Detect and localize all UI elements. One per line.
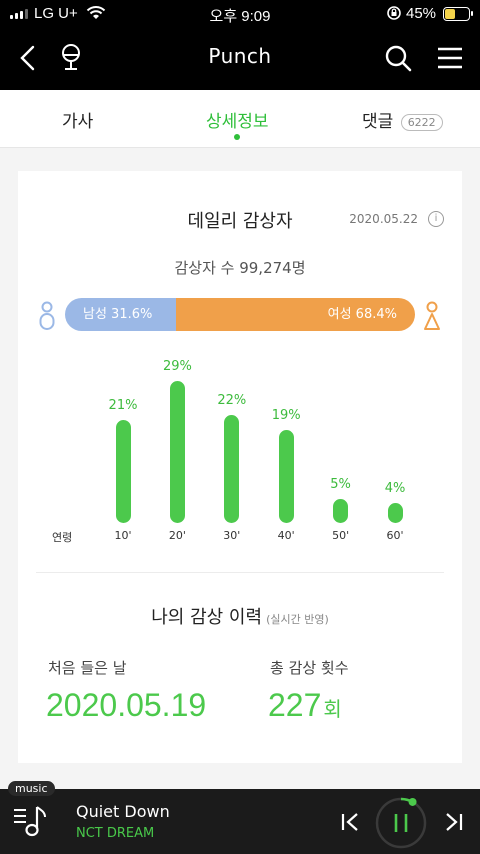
age-bar bbox=[115, 420, 131, 523]
tab-lyrics-label: 가사 bbox=[62, 112, 94, 132]
gender-ratio-bar: 남성 31.6% 여성 68.4% bbox=[65, 298, 415, 331]
app-header: Punch bbox=[0, 28, 480, 90]
rotation-lock-icon bbox=[386, 5, 402, 25]
playlist-button[interactable] bbox=[10, 801, 52, 843]
info-icon[interactable]: i bbox=[428, 211, 444, 227]
tab-comments-label: 댓글 bbox=[362, 112, 394, 132]
total-plays-unit: 회 bbox=[323, 699, 342, 721]
play-pause-button[interactable] bbox=[373, 795, 429, 851]
age-bar-value-label: 29% bbox=[162, 358, 192, 374]
music-badge: music bbox=[8, 781, 55, 796]
female-ratio-segment: 여성 68.4% bbox=[175, 298, 415, 331]
age-bar-value-label: 19% bbox=[271, 407, 301, 423]
status-bar: LG U+ 오후 9:09 45% bbox=[0, 0, 480, 28]
my-history-title: 나의 감상 이력 (실시간 반영) bbox=[18, 603, 462, 629]
now-playing-artist: NCT DREAM bbox=[76, 826, 155, 841]
age-axis-label: 연령 bbox=[52, 531, 73, 544]
age-bar-value-label: 4% bbox=[384, 481, 406, 497]
search-icon bbox=[385, 45, 412, 72]
age-tick-label: 60' bbox=[386, 529, 404, 542]
age-bar bbox=[224, 415, 240, 523]
age-distribution-chart: 연령 21% 10' 29% 20' 22% 30' 19% 40' 5% 50' 4% 60' bbox=[18, 356, 462, 546]
male-icon bbox=[39, 301, 55, 330]
history-title-text: 나의 감상 이력 bbox=[151, 607, 263, 628]
first-listen-label: 처음 들은 날 bbox=[48, 659, 127, 677]
age-bar-value-label: 22% bbox=[217, 393, 247, 409]
age-bar bbox=[387, 503, 403, 523]
tab-details-label: 상세정보 bbox=[206, 112, 269, 132]
hamburger-menu-icon bbox=[438, 47, 462, 69]
listener-count: 감상자 수 99,274명 bbox=[174, 259, 306, 277]
age-bar bbox=[333, 498, 349, 523]
mini-player[interactable]: Quiet Down NCT DREAM bbox=[0, 789, 480, 854]
male-ratio-segment: 남성 31.6% bbox=[65, 298, 176, 331]
age-tick-label: 20' bbox=[168, 529, 186, 542]
age-bar-value-label: 21% bbox=[108, 398, 138, 414]
search-button[interactable] bbox=[378, 38, 418, 78]
battery-percent: 45% bbox=[406, 5, 437, 22]
age-tick-label: 10' bbox=[114, 529, 132, 542]
skip-previous-icon bbox=[341, 813, 358, 831]
first-listen-date: 2020.05.19 bbox=[46, 687, 207, 723]
next-track-button[interactable] bbox=[438, 807, 470, 837]
history-subtitle: (실시간 반영) bbox=[266, 613, 329, 626]
age-tick-label: 30' bbox=[223, 529, 241, 542]
tab-comments[interactable]: 댓글 6222 bbox=[362, 107, 443, 132]
now-playing-title: Quiet Down bbox=[76, 802, 170, 821]
daily-date: 2020.05.22 bbox=[349, 212, 418, 226]
active-tab-indicator bbox=[234, 134, 241, 140]
section-divider bbox=[36, 572, 444, 573]
tab-details[interactable]: 상세정보 bbox=[206, 107, 269, 140]
age-tick-label: 50' bbox=[332, 529, 350, 542]
pause-icon bbox=[375, 797, 427, 849]
listener-stats-card: 데일리 감상자 2020.05.22 i 감상자 수 99,274명 남성 31… bbox=[18, 171, 462, 763]
age-tick-label: 40' bbox=[277, 529, 295, 542]
age-bar bbox=[278, 429, 294, 523]
previous-track-button[interactable] bbox=[334, 807, 366, 837]
total-plays-value: 227 회 bbox=[268, 687, 342, 724]
battery-icon bbox=[443, 7, 473, 21]
total-plays-label: 총 감상 횟수 bbox=[270, 659, 349, 677]
total-plays-number: 227 bbox=[268, 687, 322, 723]
tab-lyrics[interactable]: 가사 bbox=[62, 107, 93, 132]
menu-button[interactable] bbox=[430, 38, 470, 78]
comments-count-badge: 6222 bbox=[400, 113, 443, 131]
detail-tabs: 가사 상세정보 댓글 6222 bbox=[0, 90, 480, 148]
age-bar bbox=[169, 380, 185, 523]
playlist-music-icon bbox=[14, 806, 46, 837]
age-bar-value-label: 5% bbox=[330, 476, 351, 492]
skip-next-icon bbox=[446, 813, 463, 831]
female-icon bbox=[424, 301, 440, 330]
